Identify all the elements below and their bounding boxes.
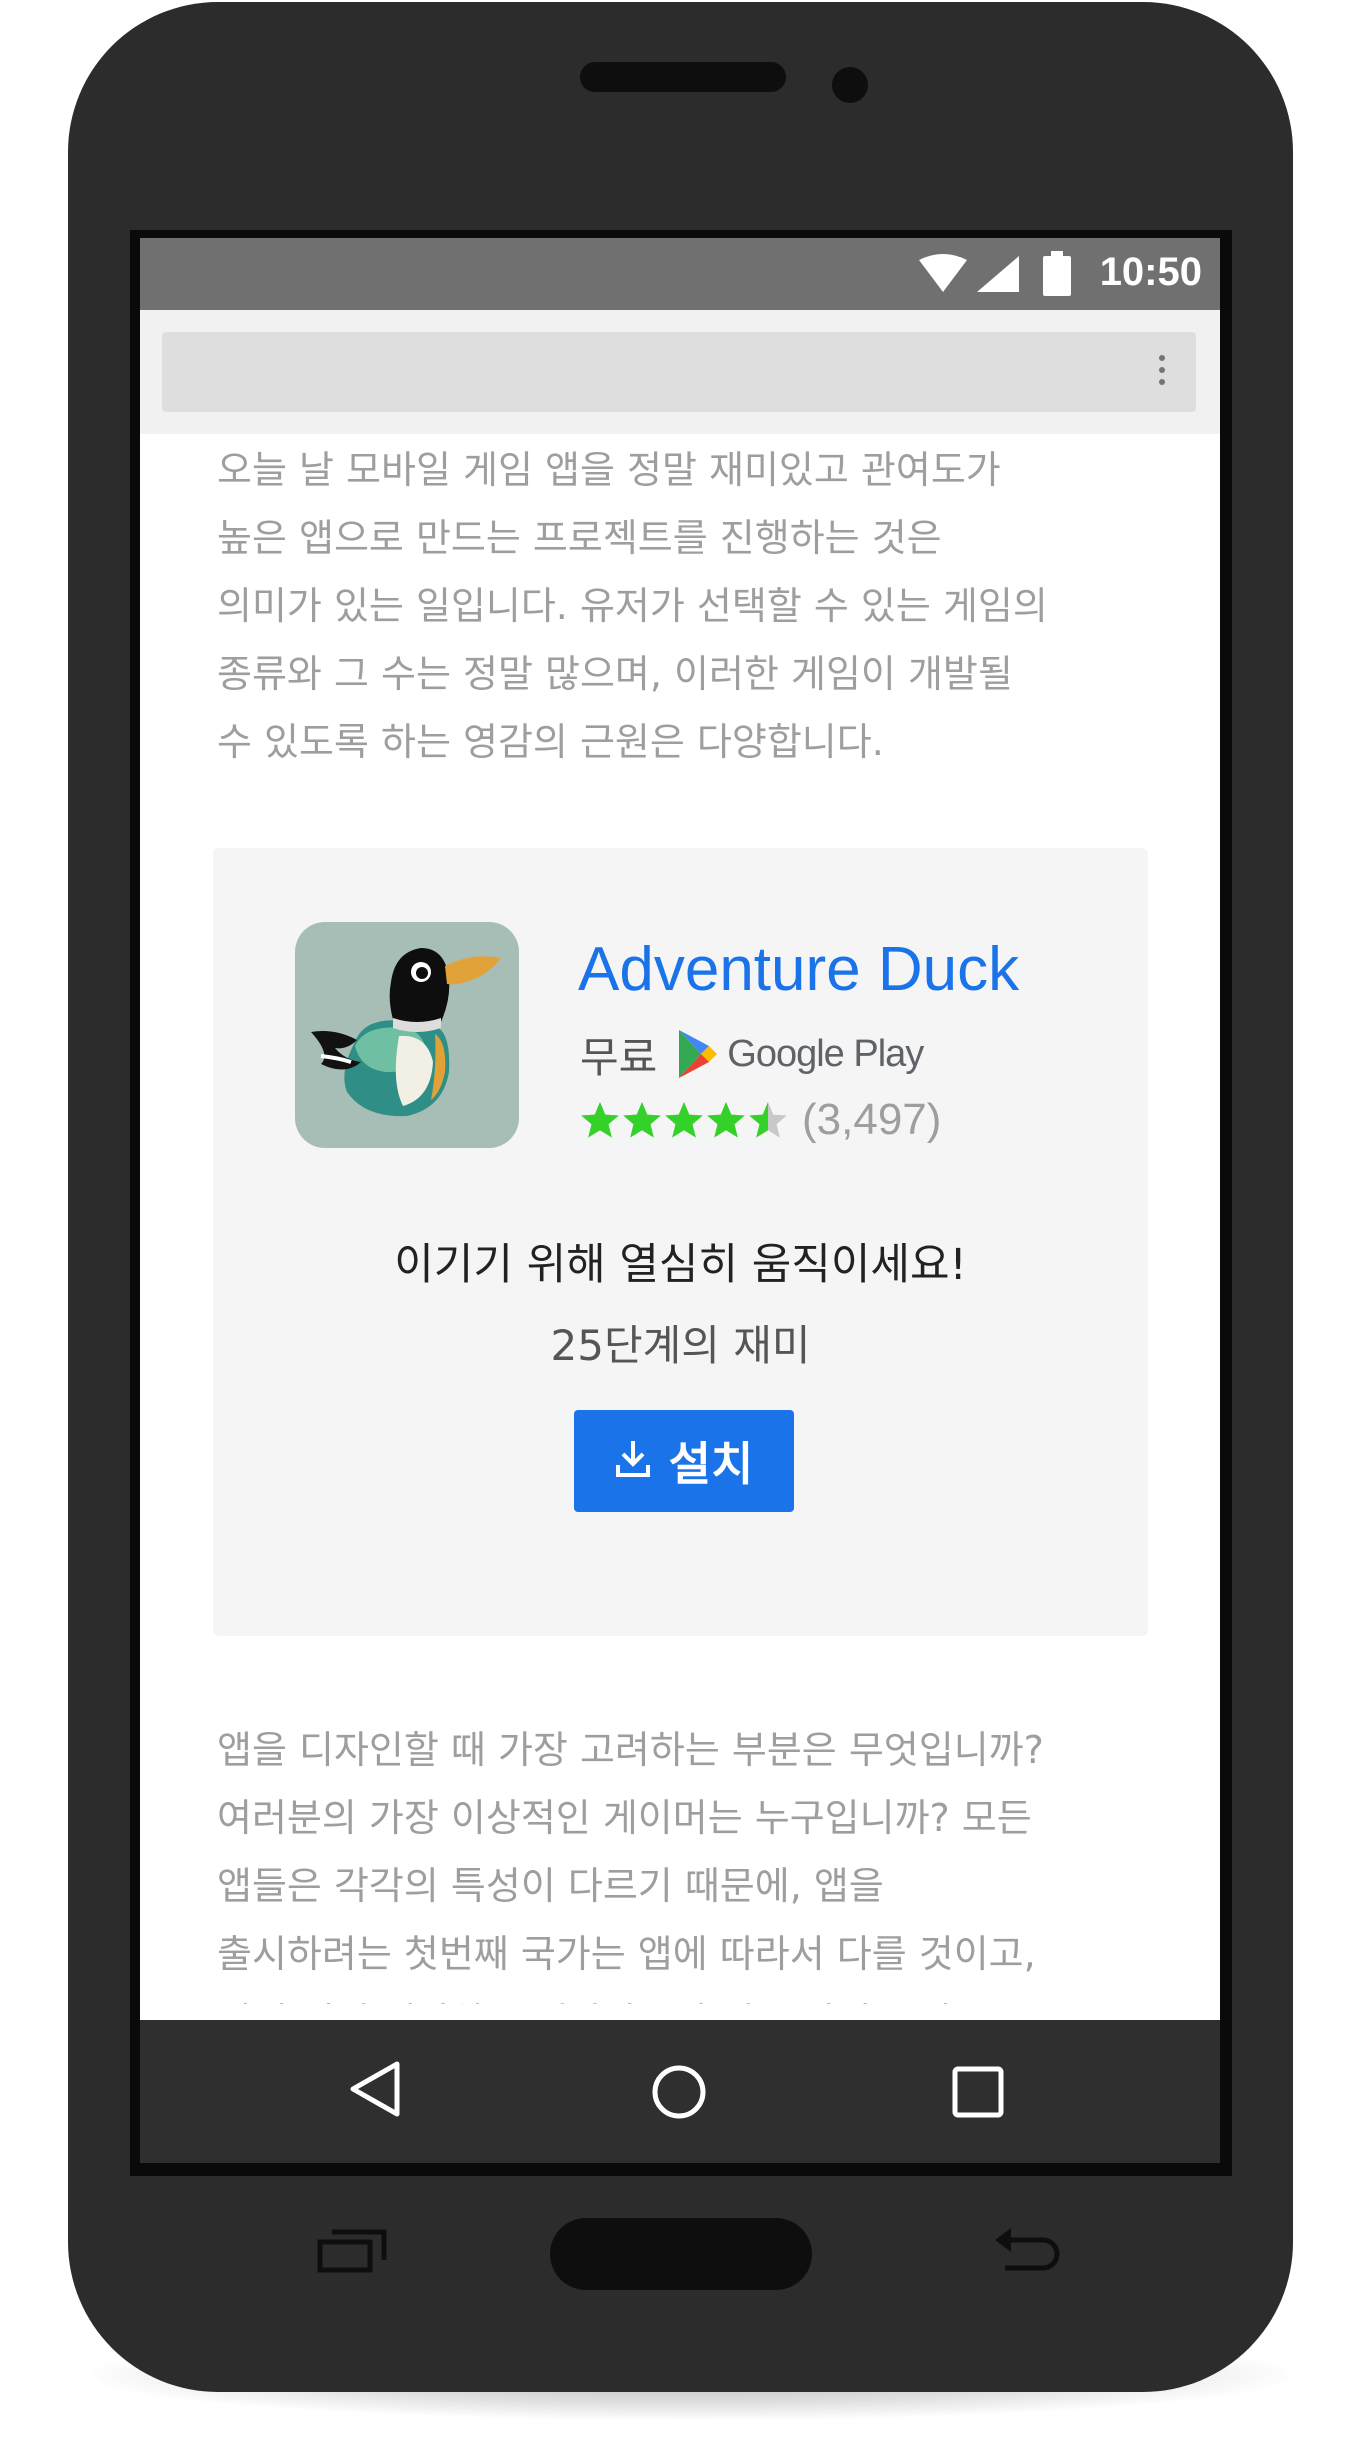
phone-speaker [580, 62, 786, 92]
status-bar: 10:50 [140, 238, 1220, 310]
rating-count: (3,497) [802, 1095, 942, 1144]
star-icon [749, 1102, 787, 1138]
navigation-bar [140, 2020, 1220, 2163]
recents-icon[interactable] [950, 2064, 1006, 2124]
status-time: 10:50 [1099, 250, 1202, 294]
price-row: 무료 Google Play [580, 1026, 924, 1082]
google-play-icon [677, 1028, 719, 1080]
ad-tagline: 이기기 위해 열심히 움직이세요! [394, 1240, 967, 1290]
hardware-back-icon[interactable] [987, 2224, 1067, 2278]
more-vert-icon[interactable] [1152, 352, 1172, 392]
install-label: 설치 [668, 1437, 754, 1491]
signal-icon [975, 254, 1021, 298]
article-paragraph-1: 오늘 날 모바일 게임 앱을 정말 재미있고 관여도가 높은 앱으로 만드는 프… [217, 448, 1048, 764]
wifi-icon [917, 254, 969, 298]
price-label: 무료 [580, 1032, 658, 1082]
app-title[interactable]: Adventure Duck [578, 934, 1019, 1006]
phone-screen: 10:50 오늘 날 모바일 게임 앱을 정말 재미있고 관여도가 높은 앱으로… [140, 238, 1220, 2163]
home-icon[interactable] [651, 2064, 707, 2124]
hardware-home-button[interactable] [550, 2218, 812, 2290]
app-icon-duck[interactable] [295, 922, 519, 1148]
battery-icon [1042, 251, 1072, 301]
article-paragraph-2: 앱을 디자인할 때 가장 고려하는 부분은 무엇입니까? 여러분의 가장 이상적… [217, 1728, 1044, 2004]
download-icon [615, 1439, 669, 1483]
rating-row: (3,497) [580, 1092, 941, 1148]
install-button[interactable]: 설치 [574, 1410, 794, 1512]
star-icon [581, 1102, 619, 1138]
front-camera [832, 67, 868, 103]
back-icon[interactable] [347, 2060, 403, 2122]
app-install-ad[interactable]: Adventure Duck 무료 Google Play (3,497) 이기… [213, 848, 1148, 1636]
star-icon [665, 1102, 703, 1138]
star-icon [707, 1102, 745, 1138]
browser-toolbar [140, 310, 1220, 434]
store-label: Google Play [727, 1032, 924, 1075]
ad-subline: 25단계의 재미 [550, 1321, 811, 1370]
url-bar[interactable] [162, 332, 1196, 412]
hardware-recents-icon[interactable] [314, 2224, 394, 2278]
star-rating [580, 1100, 790, 1140]
star-icon [623, 1102, 661, 1138]
